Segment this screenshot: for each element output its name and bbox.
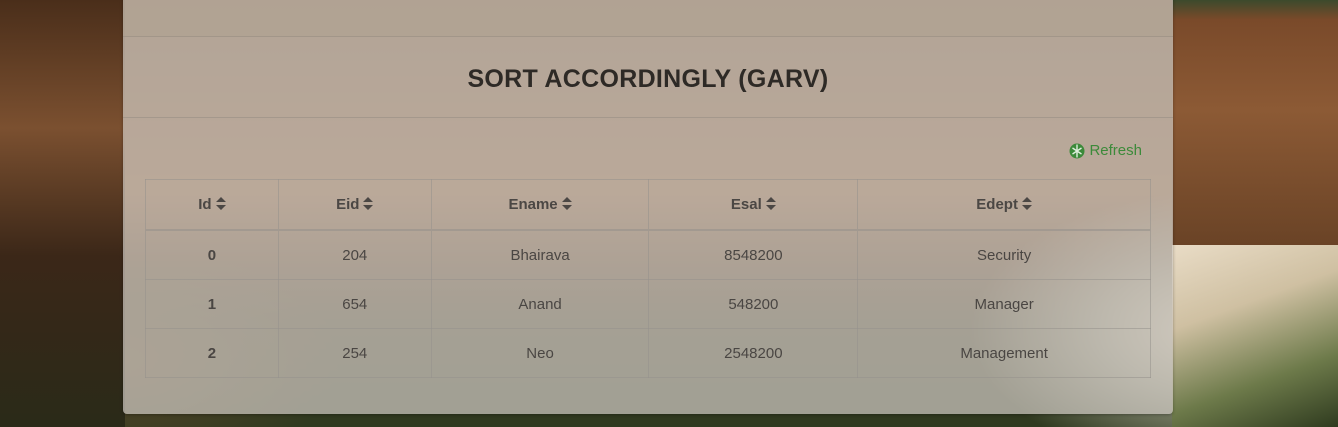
data-table: Id Eid Ename Esal Edept 0 204 Bhairava 8… [145, 179, 1151, 378]
column-header-label: Edept [976, 196, 1018, 213]
cell-eid: 654 [277, 279, 432, 329]
table-header-row: Id Eid Ename Esal Edept [145, 179, 1151, 231]
panel-header: SORT ACCORDINGLY (GARV) [123, 36, 1173, 118]
column-header-edept[interactable]: Edept [857, 179, 1151, 231]
column-header-ename[interactable]: Ename [430, 179, 650, 231]
sort-icon [765, 197, 776, 210]
cell-id: 0 [145, 229, 279, 280]
panel-top-band [123, 0, 1173, 37]
cell-edept: Management [857, 328, 1151, 378]
refresh-button[interactable]: Refresh [1069, 142, 1142, 159]
column-header-label: Esal [730, 196, 762, 213]
cell-esal: 548200 [648, 279, 859, 329]
cell-eid: 254 [277, 328, 432, 378]
table-row: 0 204 Bhairava 8548200 Security [145, 229, 1151, 280]
background-rock-left [0, 0, 125, 427]
cell-eid: 204 [277, 229, 432, 280]
cell-id: 1 [145, 279, 279, 329]
column-header-label: Id [198, 196, 212, 213]
column-header-label: Ename [508, 196, 558, 213]
cell-esal: 2548200 [648, 328, 859, 378]
background-rock-right [1172, 0, 1338, 245]
cell-esal: 8548200 [648, 229, 859, 280]
column-header-esal[interactable]: Esal [648, 179, 859, 231]
cell-ename: Bhairava [430, 229, 650, 280]
content-panel: SORT ACCORDINGLY (GARV) Refresh Id Eid E… [123, 0, 1173, 414]
column-header-id[interactable]: Id [145, 179, 279, 231]
cell-id: 2 [145, 328, 279, 378]
page-title: SORT ACCORDINGLY (GARV) [467, 65, 829, 93]
table-row: 2 254 Neo 2548200 Management [145, 328, 1151, 378]
sort-icon [363, 197, 374, 210]
refresh-label: Refresh [1089, 142, 1142, 159]
column-header-label: Eid [336, 196, 360, 213]
background-forest-right [1172, 245, 1338, 427]
refresh-icon [1069, 143, 1085, 159]
cell-edept: Manager [857, 279, 1151, 329]
cell-ename: Neo [430, 328, 650, 378]
cell-ename: Anand [430, 279, 650, 329]
column-header-eid[interactable]: Eid [277, 179, 432, 231]
cell-edept: Security [857, 229, 1151, 280]
sort-icon [215, 197, 226, 210]
sort-icon [561, 197, 572, 210]
table-row: 1 654 Anand 548200 Manager [145, 279, 1151, 329]
sort-icon [1021, 197, 1032, 210]
